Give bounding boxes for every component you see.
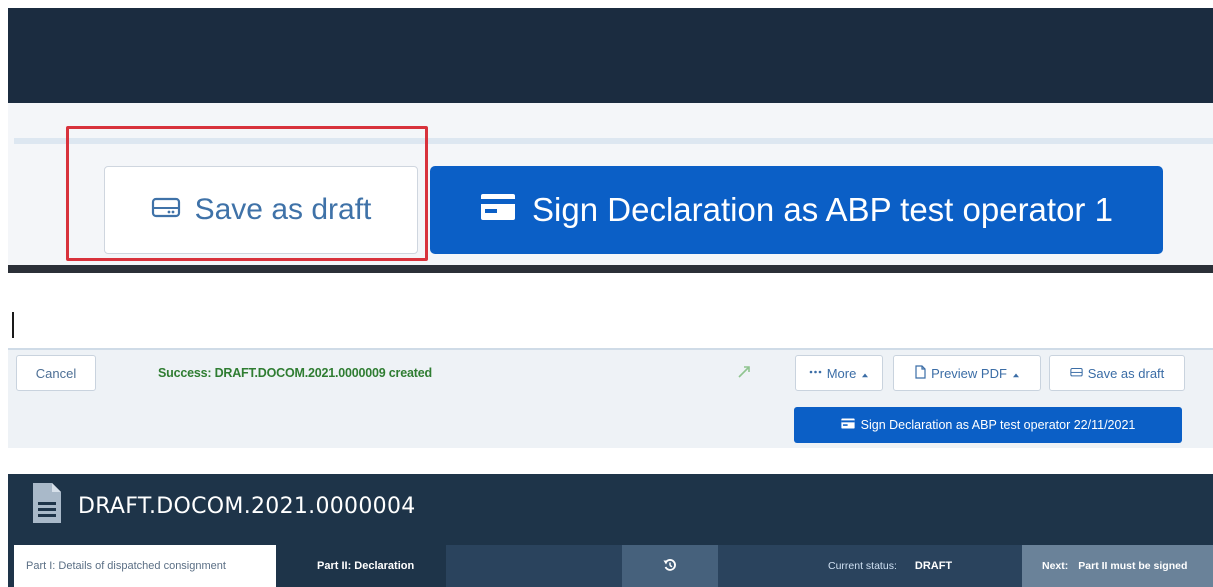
caret-up-icon: [861, 366, 869, 381]
tab-part-1-label: Part I: Details of dispatched consignmen…: [26, 560, 226, 572]
panel-divider: [8, 265, 1213, 273]
cancel-button[interactable]: Cancel: [16, 355, 96, 391]
tab-part-2-label: Part II: Declaration: [317, 560, 415, 572]
tab-spacer: [446, 545, 622, 587]
next-step: Next: Part II must be signed: [1022, 545, 1213, 587]
save-as-draft-button[interactable]: Save as draft: [1049, 355, 1185, 391]
more-label: More: [826, 365, 857, 381]
document-icon: [32, 482, 62, 524]
highlight-annotation-box: [66, 126, 428, 261]
id-card-icon: [480, 191, 516, 229]
zoomed-top-navbar: [8, 8, 1213, 103]
ellipsis-icon: [809, 366, 822, 381]
tab-part-1[interactable]: Part I: Details of dispatched consignmen…: [14, 545, 276, 587]
preview-pdf-label: Preview PDF: [931, 365, 1007, 381]
next-step-label: Next:: [1042, 560, 1069, 572]
file-icon: [914, 364, 926, 382]
action-bar-top-rule: [8, 348, 1213, 350]
current-status-value: DRAFT: [914, 560, 953, 572]
sign-declaration-button-zoomed[interactable]: Sign Declaration as ABP test operator 1: [430, 166, 1163, 254]
preview-pdf-button[interactable]: Preview PDF: [893, 355, 1041, 391]
more-button[interactable]: More: [795, 355, 883, 391]
expand-icon[interactable]: [736, 364, 752, 380]
sign-declaration-label: Sign Declaration as ABP test operator 22…: [860, 418, 1136, 432]
next-step-value: Part II must be signed: [1078, 560, 1188, 572]
save-as-draft-label: Save as draft: [1087, 365, 1165, 381]
history-button[interactable]: [622, 545, 718, 587]
drive-icon: [1070, 366, 1083, 381]
cancel-label: Cancel: [35, 365, 77, 381]
tab-part-2[interactable]: Part II: Declaration: [282, 545, 446, 587]
success-message: Success: DRAFT.DOCOM.2021.0000009 create…: [158, 366, 432, 380]
id-card-icon: [841, 418, 855, 432]
sign-declaration-button[interactable]: Sign Declaration as ABP test operator 22…: [794, 407, 1182, 443]
text-cursor: [12, 312, 14, 338]
sign-declaration-label-zoomed: Sign Declaration as ABP test operator 1: [532, 191, 1113, 228]
current-status: Current status: DRAFT: [808, 545, 1022, 587]
current-status-label: Current status:: [828, 560, 897, 572]
tab-spacer: [718, 545, 808, 587]
history-icon: [663, 558, 677, 575]
document-title: DRAFT.DOCOM.2021.0000004: [78, 494, 416, 519]
caret-up-icon: [1012, 366, 1020, 381]
